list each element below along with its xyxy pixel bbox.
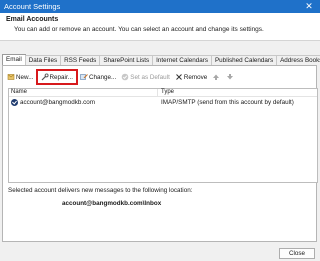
set-as-default-label: Set as Default xyxy=(130,73,170,81)
repair-button[interactable]: Repair... xyxy=(35,69,78,85)
change-icon xyxy=(80,73,88,81)
account-row[interactable]: account@bangmodkb.com IMAP/SMTP (send fr… xyxy=(9,98,317,107)
email-tab-panel: New... Repair... Change... Set as Defaul… xyxy=(2,65,318,242)
tab-address-books[interactable]: Address Books xyxy=(276,55,320,65)
remove-x-icon xyxy=(175,73,183,81)
arrow-down-icon xyxy=(226,73,234,81)
repair-button-label: Repair... xyxy=(49,73,73,81)
change-button-label: Change... xyxy=(88,73,117,81)
header-title: Email Accounts xyxy=(6,16,59,23)
account-list-header: Name Type xyxy=(9,89,317,97)
tab-published-calendars[interactable]: Published Calendars xyxy=(210,55,278,65)
move-down-button[interactable] xyxy=(226,72,235,82)
delivery-location: account@bangmodkb.com\Inbox xyxy=(62,200,162,207)
repair-wrench-icon xyxy=(41,73,49,81)
close-button[interactable]: Close xyxy=(279,248,315,259)
tab-sharepoint-lists[interactable]: SharePoint Lists xyxy=(99,55,154,65)
window-title: Account Settings xyxy=(4,2,61,11)
header-panel: Email Accounts You can add or remove an … xyxy=(0,13,320,41)
account-type: IMAP/SMTP (send from this account by def… xyxy=(161,99,294,106)
change-button[interactable]: Change... xyxy=(80,72,116,82)
tab-rss-feeds[interactable]: RSS Feeds xyxy=(60,55,101,65)
column-header-name[interactable]: Name xyxy=(9,89,158,96)
arrow-up-icon xyxy=(212,73,220,81)
tab-internet-calendars[interactable]: Internet Calendars xyxy=(152,55,212,65)
tab-strip: Email Data Files RSS Feeds SharePoint Li… xyxy=(2,54,320,65)
new-account-icon xyxy=(7,73,15,81)
remove-button-label: Remove xyxy=(183,73,208,81)
column-header-type[interactable]: Type xyxy=(158,89,174,96)
set-as-default-button[interactable]: Set as Default xyxy=(121,72,170,82)
tab-email[interactable]: Email xyxy=(2,54,26,65)
account-toolbar: New... Repair... Change... Set as Defaul… xyxy=(7,69,240,85)
move-up-button[interactable] xyxy=(212,72,221,82)
set-default-check-icon xyxy=(121,73,129,81)
account-row-name-cell: account@bangmodkb.com xyxy=(9,99,158,106)
default-account-check-icon xyxy=(11,99,18,106)
account-settings-window: Account Settings ✕ Email Accounts You ca… xyxy=(0,0,320,261)
header-subtitle: You can add or remove an account. You ca… xyxy=(14,26,264,33)
close-icon[interactable]: ✕ xyxy=(304,1,314,11)
new-button[interactable]: New... xyxy=(7,72,34,82)
tab-data-files[interactable]: Data Files xyxy=(24,55,62,65)
remove-button[interactable]: Remove xyxy=(175,72,207,82)
account-name: account@bangmodkb.com xyxy=(20,99,95,106)
title-bar: Account Settings ✕ xyxy=(0,0,320,13)
account-list: Name Type account@bangmodkb.com IMAP/SMT… xyxy=(8,88,318,183)
delivery-description: Selected account delivers new messages t… xyxy=(8,187,193,194)
new-button-label: New... xyxy=(16,73,34,81)
